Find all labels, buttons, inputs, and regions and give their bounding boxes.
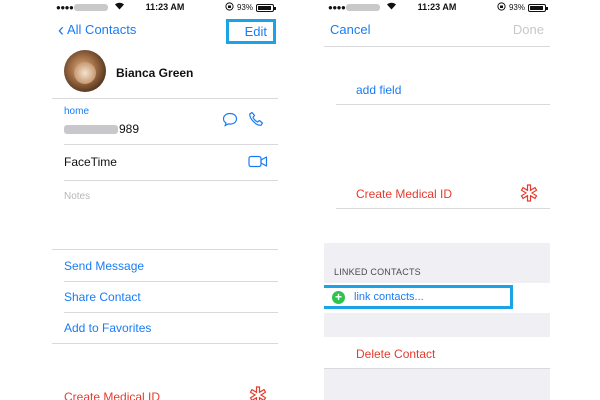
video-camera-icon[interactable] <box>248 155 268 173</box>
status-bar: ●●●●● 11:23 AM 93% <box>324 0 550 14</box>
medical-star-icon <box>520 184 538 207</box>
divider <box>52 343 278 344</box>
divider <box>336 208 550 209</box>
divider <box>336 104 550 105</box>
contact-detail-screen: ●●●●● 11:23 AM 93% ‹ All Contacts Edit B… <box>52 0 278 400</box>
phone-icon[interactable] <box>248 111 264 132</box>
edit-button[interactable]: Edit <box>225 19 276 44</box>
divider <box>64 281 278 282</box>
facetime-label[interactable]: FaceTime <box>64 155 117 169</box>
medical-star-icon <box>249 386 267 400</box>
divider <box>324 46 550 47</box>
add-to-favorites-button[interactable]: Add to Favorites <box>64 321 151 335</box>
linked-contacts-header: LINKED CONTACTS <box>334 267 421 277</box>
lock-rotation-icon <box>497 2 506 13</box>
divider <box>64 144 278 145</box>
send-message-button[interactable]: Send Message <box>64 259 144 273</box>
message-bubble-icon[interactable] <box>222 112 238 132</box>
phone-number-redacted <box>64 125 118 135</box>
status-bar: ●●●●● 11:23 AM 93% <box>52 0 278 14</box>
back-button[interactable]: ‹ All Contacts <box>58 19 137 40</box>
add-field-button[interactable]: add field <box>356 83 401 97</box>
battery-percent: 93% <box>236 3 253 12</box>
create-medical-id-button[interactable]: Create Medical ID <box>64 390 160 400</box>
navigation-bar: ‹ All Contacts Edit <box>52 18 278 44</box>
link-contacts-label: link contacts... <box>354 291 424 303</box>
phone-number[interactable]: 989 <box>64 122 139 136</box>
section-spacer <box>324 369 550 400</box>
create-medical-id-button[interactable]: Create Medical ID <box>356 187 452 201</box>
contact-name: Bianca Green <box>116 66 194 80</box>
contact-edit-screen: ●●●●● 11:23 AM 93% Cancel Done add field… <box>324 0 550 400</box>
chevron-left-icon: ‹ <box>58 19 64 40</box>
divider <box>52 249 278 250</box>
navigation-bar: Cancel Done <box>324 18 550 44</box>
share-contact-button[interactable]: Share Contact <box>64 290 141 304</box>
link-contacts-row[interactable]: + link contacts... <box>324 285 513 309</box>
section-spacer <box>324 243 550 283</box>
cancel-button[interactable]: Cancel <box>330 22 370 37</box>
battery-icon <box>256 3 276 12</box>
notes-field[interactable]: Notes <box>64 191 90 202</box>
back-label: All Contacts <box>67 22 137 37</box>
battery-percent: 93% <box>508 3 525 12</box>
section-spacer <box>324 313 550 337</box>
add-circle-icon[interactable]: + <box>332 291 345 304</box>
battery-icon <box>528 3 548 12</box>
avatar[interactable] <box>64 50 106 92</box>
phone-type-label: home <box>64 106 90 117</box>
divider <box>64 180 278 181</box>
done-button[interactable]: Done <box>513 22 544 37</box>
divider <box>64 312 278 313</box>
divider <box>52 98 278 99</box>
delete-contact-button[interactable]: Delete Contact <box>356 347 435 361</box>
lock-rotation-icon <box>225 2 234 13</box>
